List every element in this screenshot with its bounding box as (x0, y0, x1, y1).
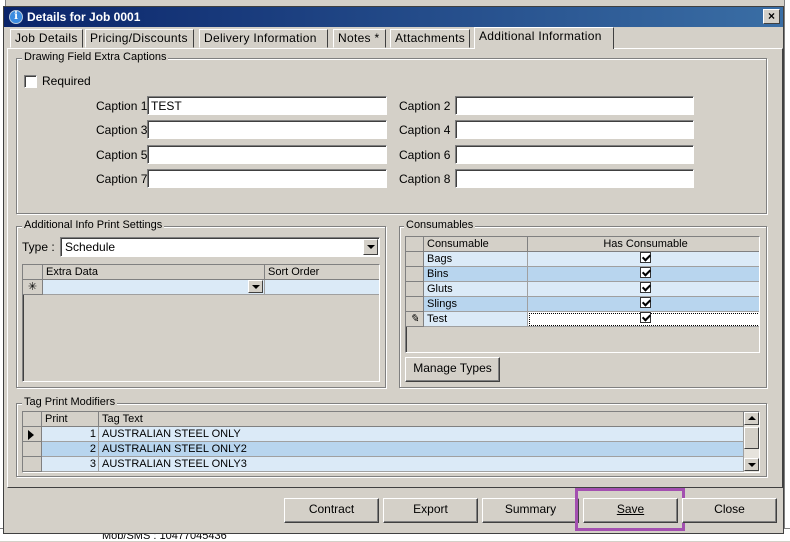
close-window-button[interactable]: × (763, 9, 780, 24)
has-consumable-column-header[interactable]: Has Consumable (528, 237, 759, 252)
tab-job-details[interactable]: Job Details (10, 29, 83, 48)
info-icon: i (9, 10, 23, 24)
chevron-up-icon (748, 416, 756, 420)
extra-data-grid[interactable]: Extra Data Sort Order ✳ (22, 264, 380, 382)
row-header (406, 267, 424, 282)
tag-text-cell[interactable]: AUSTRALIAN STEEL ONLY3 (99, 457, 744, 472)
row-header (23, 457, 42, 472)
consumables-grid[interactable]: Consumable Has Consumable Bags Bins Glut… (405, 236, 760, 353)
caption-3-label: Caption 3 (96, 123, 148, 137)
scroll-down-button[interactable] (744, 458, 759, 471)
caption-5-input[interactable] (147, 145, 387, 164)
grid-corner (23, 412, 42, 427)
print-settings-group-label: Additional Info Print Settings (22, 219, 165, 231)
consumable-column-header[interactable]: Consumable (424, 237, 528, 252)
checkbox-checked-icon[interactable] (640, 252, 651, 263)
scroll-thumb[interactable] (744, 427, 759, 449)
extra-data-column-header[interactable]: Extra Data (43, 265, 265, 280)
vertical-scrollbar[interactable] (744, 412, 759, 472)
type-select-value: Schedule (65, 240, 116, 254)
has-consumable-cell[interactable] (528, 297, 759, 312)
consumable-name-cell[interactable]: Bags (424, 252, 528, 267)
current-row-icon (23, 427, 42, 442)
caption-6-input[interactable] (455, 145, 694, 164)
export-button[interactable]: Export (383, 498, 478, 523)
new-row-marker-icon: ✳ (23, 280, 43, 295)
tab-pricing-discounts[interactable]: Pricing/Discounts (85, 29, 194, 48)
caption-4-input[interactable] (455, 120, 694, 139)
chevron-down-icon (252, 285, 260, 289)
row-header (406, 252, 424, 267)
caption-3-input[interactable] (147, 120, 387, 139)
extra-data-new-cell[interactable] (43, 280, 265, 295)
sort-order-column-header[interactable]: Sort Order (265, 265, 379, 280)
tag-text-column-header[interactable]: Tag Text (99, 412, 744, 427)
checkbox-checked-icon[interactable] (640, 267, 651, 278)
tag-modifiers-grid[interactable]: Print Order Tag Text 1 AUSTRALIAN STEEL … (22, 411, 760, 473)
summary-button[interactable]: Summary (482, 498, 579, 523)
caption-4-label: Caption 4 (399, 123, 451, 137)
close-button[interactable]: Close (682, 498, 777, 523)
checkbox-checked-icon[interactable] (640, 297, 651, 308)
required-checkbox[interactable] (24, 75, 37, 88)
background-app-right (784, 0, 790, 541)
caption-2-label: Caption 2 (399, 99, 451, 113)
required-label: Required (42, 74, 91, 88)
has-consumable-cell[interactable] (528, 267, 759, 282)
checkbox-checked-icon[interactable] (640, 312, 651, 323)
sort-order-new-cell[interactable] (265, 280, 379, 295)
row-header (406, 297, 424, 312)
tab-additional-information[interactable]: Additional Information (474, 27, 614, 49)
has-consumable-cell[interactable] (528, 312, 759, 327)
caption-6-label: Caption 6 (399, 148, 451, 162)
caption-1-label: Caption 1 (96, 99, 148, 113)
tab-delivery-information[interactable]: Delivery Information (199, 29, 328, 48)
drawing-captions-group-label: Drawing Field Extra Captions (22, 51, 169, 63)
tag-text-cell[interactable]: AUSTRALIAN STEEL ONLY2 (99, 442, 744, 457)
print-order-cell[interactable]: 1 (42, 427, 99, 442)
extra-data-dropdown-button[interactable] (248, 280, 263, 293)
save-button[interactable]: Save (583, 498, 678, 523)
scroll-up-button[interactable] (744, 412, 759, 425)
type-select[interactable]: Schedule (60, 237, 380, 257)
consumable-name-cell[interactable]: Gluts (424, 282, 528, 297)
print-order-cell[interactable]: 2 (42, 442, 99, 457)
print-order-cell[interactable]: 3 (42, 457, 99, 472)
grid-corner (23, 265, 43, 280)
print-order-column-header[interactable]: Print Order (42, 412, 99, 439)
caption-1-input[interactable]: TEST (147, 96, 387, 115)
caption-8-input[interactable] (455, 169, 694, 188)
tag-text-cell[interactable]: AUSTRALIAN STEEL ONLY (99, 427, 744, 442)
contract-button[interactable]: Contract (284, 498, 379, 523)
type-dropdown-button[interactable] (363, 239, 378, 255)
row-header (23, 442, 42, 457)
tab-notes[interactable]: Notes * (333, 29, 386, 48)
has-consumable-cell[interactable] (528, 282, 759, 297)
checkbox-checked-icon[interactable] (640, 282, 651, 293)
caption-7-input[interactable] (147, 169, 387, 188)
tab-attachments[interactable]: Attachments (390, 29, 470, 48)
consumable-name-cell[interactable]: Slings (424, 297, 528, 312)
grid-corner (406, 237, 424, 252)
consumable-name-cell[interactable]: Test (424, 312, 528, 327)
chevron-down-icon (367, 245, 375, 249)
manage-types-button[interactable]: Manage Types (405, 357, 500, 382)
pencil-icon: ✎ (406, 312, 424, 327)
caption-7-label: Caption 7 (96, 172, 148, 186)
caption-2-input[interactable] (455, 96, 694, 115)
consumable-name-cell[interactable]: Bins (424, 267, 528, 282)
chevron-down-icon (748, 463, 756, 467)
type-label: Type : (22, 240, 55, 254)
consumables-group-label: Consumables (404, 219, 476, 231)
has-consumable-cell[interactable] (528, 252, 759, 267)
caption-8-label: Caption 8 (399, 172, 451, 186)
window-title: Details for Job 0001 (27, 10, 141, 24)
caption-5-label: Caption 5 (96, 148, 148, 162)
row-header (406, 282, 424, 297)
title-bar[interactable]: i Details for Job 0001 × (4, 7, 783, 27)
tag-modifiers-group-label: Tag Print Modifiers (22, 396, 118, 408)
